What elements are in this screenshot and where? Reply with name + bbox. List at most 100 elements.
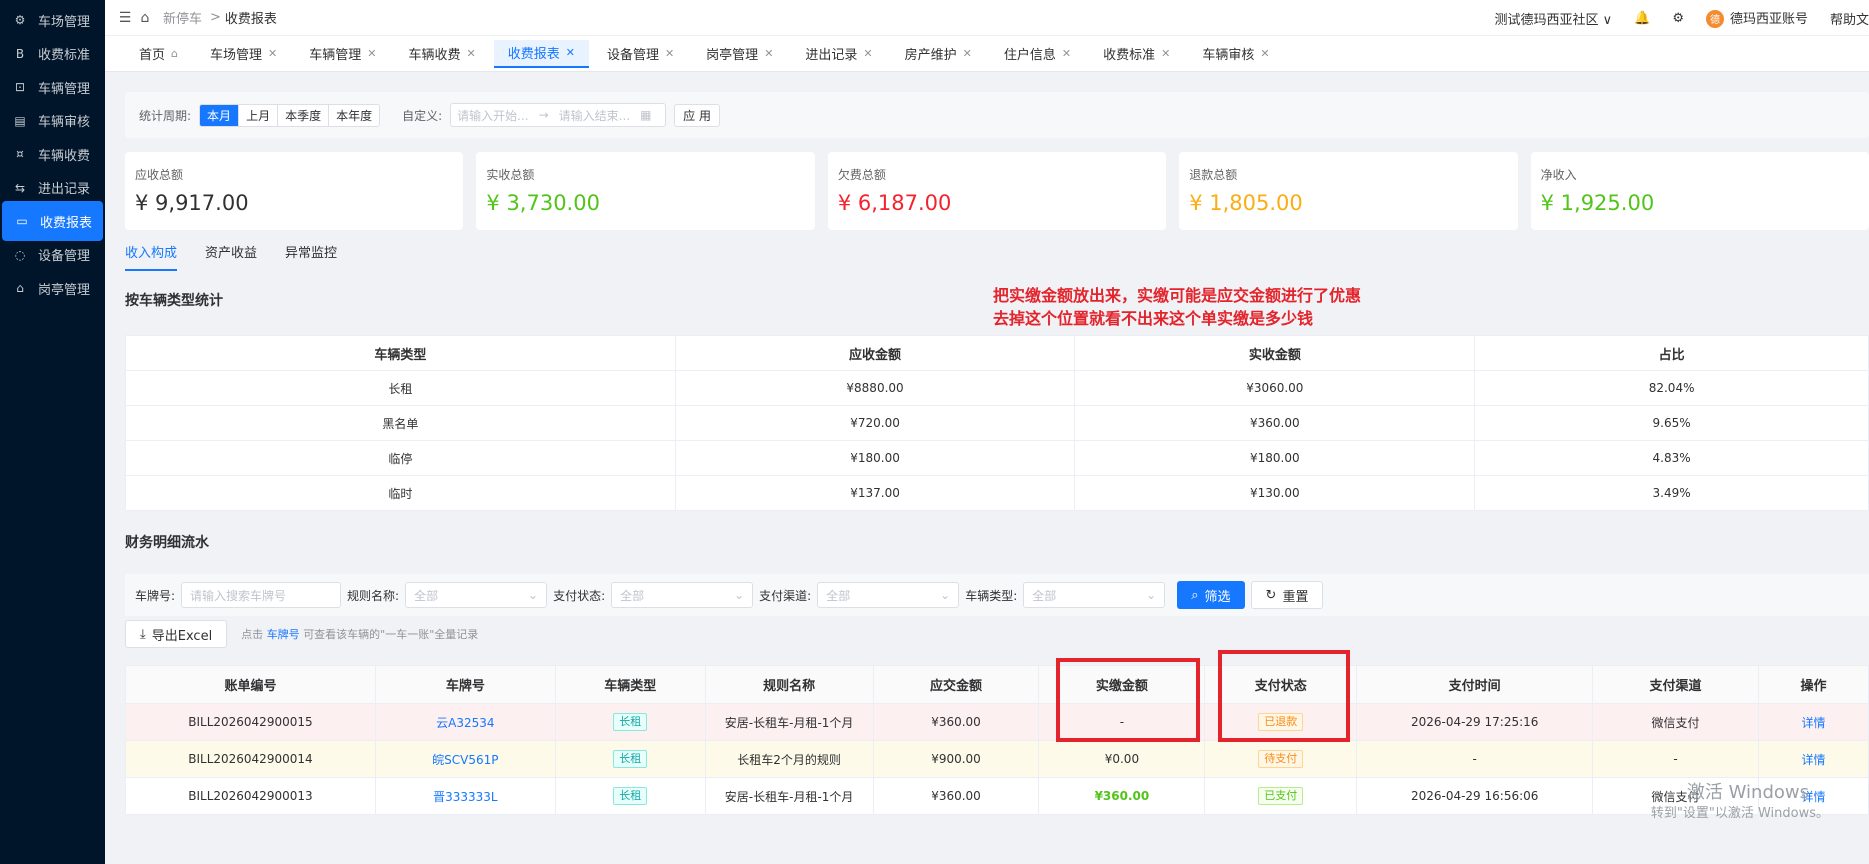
- tab-label: 收费报表: [507, 47, 560, 62]
- export-excel-button[interactable]: ⤓ 导出Excel: [125, 620, 228, 648]
- tab[interactable]: 车辆管理 ✕: [295, 40, 390, 68]
- pay-channel: -: [1673, 752, 1678, 766]
- detail-link[interactable]: 详情: [1801, 753, 1825, 767]
- plate-link[interactable]: 云A32534: [436, 716, 494, 730]
- tab[interactable]: 车场管理 ✕: [196, 40, 291, 68]
- rule-select[interactable]: 全部 ⌄: [405, 582, 548, 608]
- type-stats-table: 车辆类型 应收金额 实收金额 占比 长租 ¥8880.00 ¥3060.00 82.04% 黑…: [125, 335, 1869, 511]
- home-icon[interactable]: ⌂: [135, 10, 155, 26]
- plate-link[interactable]: 晋333333L: [433, 790, 498, 804]
- table-cell: ¥8880.00: [674, 370, 1076, 406]
- rule-name: 安居-长租车-月租-1个月: [724, 715, 854, 730]
- tab[interactable]: 收费报表 ✕: [493, 39, 589, 68]
- rule-name: 安居-长租车-月租-1个月: [724, 789, 854, 804]
- filter-button-label: 筛选: [1204, 589, 1231, 605]
- table-cell: 临时: [125, 475, 676, 511]
- close-icon[interactable]: ✕: [566, 46, 575, 59]
- period-option[interactable]: 本季度: [278, 104, 330, 126]
- close-icon[interactable]: ✕: [466, 47, 475, 60]
- card-title: 退款总额: [1189, 168, 1238, 182]
- hint-link[interactable]: 车牌号: [267, 628, 300, 641]
- date-range-input[interactable]: 请输入开始... → 请输入结束... ▦: [450, 103, 667, 127]
- apply-button[interactable]: 应 用: [674, 103, 720, 127]
- community-selector[interactable]: 测试德玛西亚社区 ∨: [1494, 9, 1612, 28]
- filter-bar: 车牌号: 请输入搜索车牌号 规则名称: 全部 ⌄ 支付状态: 全部 ⌄ 支付渠道: …: [125, 574, 1869, 616]
- sidebar-item-label: 收费报表: [40, 215, 93, 231]
- column-header: 规则名称: [704, 665, 874, 704]
- close-icon[interactable]: ✕: [1161, 47, 1170, 60]
- download-icon: ⤓: [140, 626, 146, 642]
- car-type-select[interactable]: 全部 ⌄: [1023, 582, 1166, 608]
- windows-watermark-sub: 转到"设置"以激活 Windows。: [1650, 806, 1829, 821]
- tab[interactable]: 车辆收费 ✕: [394, 40, 489, 68]
- pay-time: 2026-04-29 17:25:16: [1410, 715, 1539, 729]
- table-cell: 4.83%: [1474, 440, 1869, 476]
- help-link[interactable]: 帮助文: [1830, 9, 1869, 28]
- plate-search-input[interactable]: 请输入搜索车牌号: [181, 582, 342, 608]
- chevron-down-icon: ∨: [1602, 12, 1613, 28]
- close-icon[interactable]: ✕: [1260, 47, 1269, 60]
- pay-time: -: [1472, 752, 1477, 766]
- card-title: 应收总额: [135, 168, 184, 182]
- close-icon[interactable]: ✕: [963, 47, 972, 60]
- due-amount: ¥360.00: [931, 715, 981, 729]
- detail-link[interactable]: 详情: [1801, 716, 1825, 730]
- menu-toggle-icon[interactable]: ☰: [115, 10, 135, 26]
- table-cell: 临停: [125, 440, 676, 476]
- table-cell: ¥360.00: [872, 703, 1040, 741]
- table-row: 临时 ¥137.00 ¥130.00 3.49%: [125, 475, 1869, 511]
- sub-tab[interactable]: 资产收益: [205, 242, 257, 271]
- tab[interactable]: 进出记录 ✕: [791, 40, 886, 68]
- pay-status-select[interactable]: 全部 ⌄: [611, 582, 754, 608]
- close-icon[interactable]: ✕: [764, 47, 773, 60]
- settings-gear-icon[interactable]: ⚙: [1672, 11, 1684, 26]
- due-amount: ¥900.00: [931, 752, 981, 766]
- pay-channel-select[interactable]: 全部 ⌄: [817, 582, 960, 608]
- table-row: 黑名单 ¥720.00 ¥360.00 9.65%: [125, 405, 1869, 441]
- tab[interactable]: 房产维护 ✕: [891, 40, 986, 68]
- close-icon[interactable]: ✕: [1062, 47, 1071, 60]
- sidebar-item[interactable]: ⌂ 岗亭管理: [0, 268, 105, 308]
- close-icon[interactable]: ✕: [367, 47, 376, 60]
- search-icon: ⌕: [1191, 587, 1199, 603]
- period-option[interactable]: 上月: [239, 104, 279, 126]
- breadcrumb-root[interactable]: 新停车: [163, 8, 202, 27]
- summary-card: 退款总额 ¥ 1,805.00: [1179, 152, 1518, 230]
- close-icon[interactable]: ✕: [863, 47, 872, 60]
- b-icon: B: [15, 46, 25, 61]
- top-header: ☰ ⌂ 新停车 > 收费报表 测试德玛西亚社区 ∨ 🔔 ⚙ 德德玛西亚账号 帮助…: [105, 0, 1869, 36]
- tab[interactable]: 岗亭管理 ✕: [692, 40, 787, 68]
- sub-tab[interactable]: 异常监控: [285, 242, 337, 271]
- tab[interactable]: 收费标准 ✕: [1089, 40, 1184, 68]
- close-icon[interactable]: ✕: [268, 47, 277, 60]
- close-icon[interactable]: ✕: [665, 47, 674, 60]
- table-cell: BILL2026042900013: [125, 777, 376, 815]
- summary-cards: 应收总额 ¥ 9,917.00 实收总额 ¥ 3,730.00 欠费总额 ¥ 6,187.…: [125, 152, 1869, 230]
- table-cell: 黑名单: [125, 405, 676, 441]
- card-title: 净收入: [1540, 168, 1577, 182]
- period-option[interactable]: 本年度: [329, 104, 380, 126]
- plate-link[interactable]: 皖SCV561P: [432, 753, 498, 767]
- bell-icon[interactable]: 🔔: [1634, 11, 1650, 26]
- tab[interactable]: 设备管理 ✕: [593, 40, 688, 68]
- tab[interactable]: 车辆审核 ✕: [1188, 40, 1283, 68]
- export-row: ⤓ 导出Excel 点击 车牌号 可查看该车辆的"一车一账"全量记录: [125, 620, 478, 648]
- filter-button[interactable]: ⌕ 筛选: [1177, 581, 1245, 609]
- column-header: 账单编号: [125, 665, 376, 704]
- sub-tabs: 收入构成 资产收益 异常监控: [125, 242, 337, 271]
- tab[interactable]: 住户信息 ✕: [990, 40, 1085, 68]
- car-type-tag: 长租: [613, 713, 648, 731]
- table-cell: 皖SCV561P: [374, 740, 556, 778]
- tab[interactable]: 首页 ⌂: [125, 40, 192, 68]
- period-option[interactable]: 本月: [200, 104, 240, 126]
- tab-label: 房产维护: [904, 48, 957, 63]
- table-row: BILL2026042900014 皖SCV561P 长租 长租车2个月的规则 ¥900…: [125, 740, 1869, 778]
- car-type-filter-label: 车辆类型:: [965, 588, 1018, 603]
- sub-tab[interactable]: 收入构成: [125, 242, 178, 271]
- refresh-icon: ↻: [1265, 587, 1277, 603]
- table-cell: ¥360.00: [1074, 405, 1476, 441]
- detail-table: 账单编号 车牌号 车辆类型 规则名称 应交金额 实缴金额 支付状态 支付时间 支付渠道 操作 BI…: [125, 665, 1869, 815]
- account-menu[interactable]: 德德玛西亚账号: [1705, 8, 1808, 28]
- reset-button[interactable]: ↻ 重置: [1250, 581, 1324, 609]
- table-cell: ¥900.00: [872, 740, 1040, 778]
